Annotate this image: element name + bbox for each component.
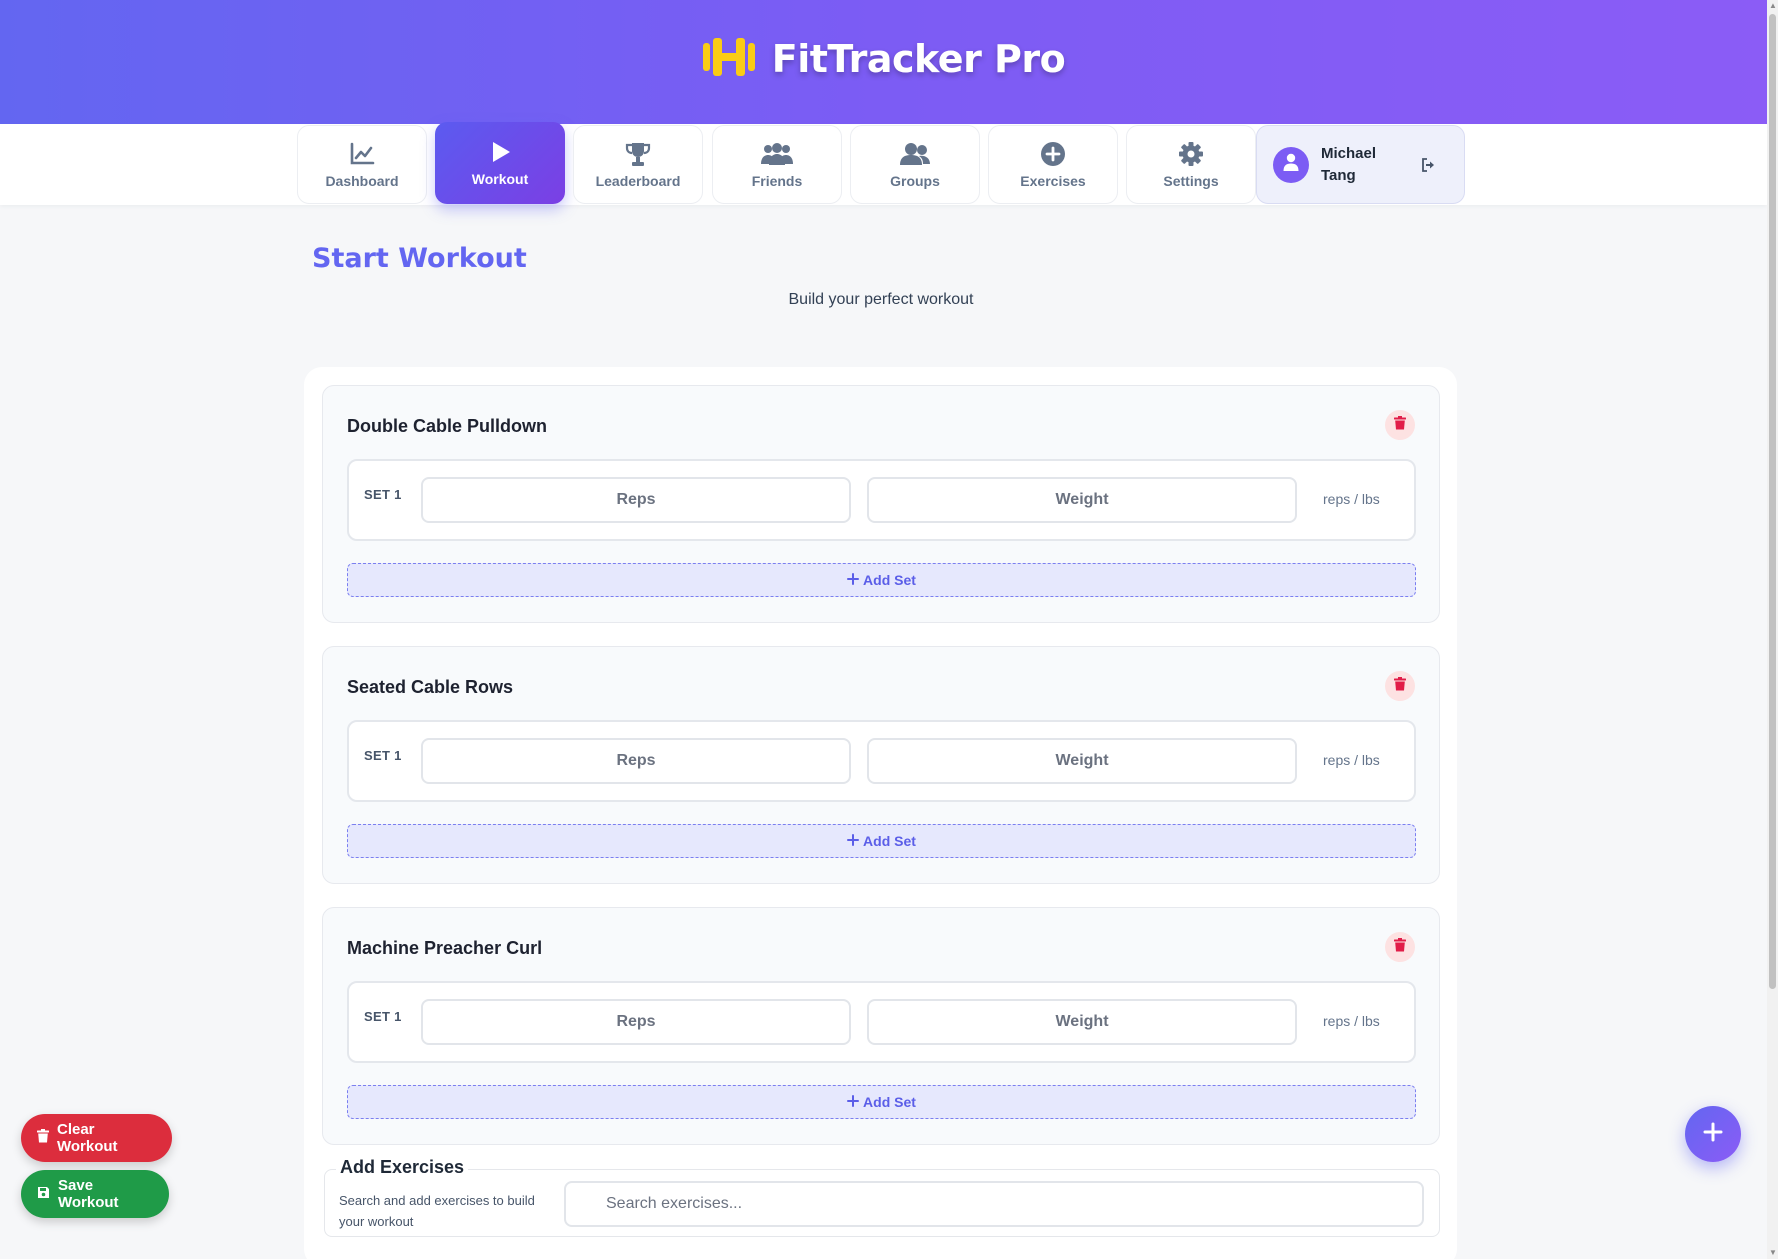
add-set-label: Add Set xyxy=(863,1094,916,1110)
set-unit: reps / lbs xyxy=(1323,1013,1380,1029)
trash-icon xyxy=(37,1129,49,1147)
nav-label: Friends xyxy=(751,172,803,189)
exercise-name: Seated Cable Rows xyxy=(347,677,514,697)
add-set-button[interactable]: Add Set xyxy=(347,1085,1416,1119)
clear-workout-label: Clear Workout xyxy=(57,1121,118,1155)
gear-icon xyxy=(1178,141,1204,167)
user-profile[interactable]: Michael Tang xyxy=(1256,125,1465,204)
add-exercises-panel: Search and add exercises to build your w… xyxy=(324,1169,1440,1237)
add-set-button[interactable]: Add Set xyxy=(347,824,1416,858)
scroll-up-icon[interactable]: ▲ xyxy=(1769,2,1777,10)
add-exercises-title: Add Exercises xyxy=(336,1157,469,1178)
exercise-name: Machine Preacher Curl xyxy=(347,938,543,958)
nav-workout[interactable]: Workout xyxy=(435,122,565,204)
set-label: SET 1 xyxy=(364,748,402,763)
main-nav: Dashboard Workout Leaderboard Friends Gr… xyxy=(0,122,1767,205)
exercise-card: Machine Preacher Curl SET 1 reps / lbs A… xyxy=(322,907,1440,1145)
nav-label: Leaderboard xyxy=(595,172,681,189)
scrollbar-thumb[interactable] xyxy=(1769,14,1776,989)
weight-input[interactable] xyxy=(867,477,1297,523)
plus-icon xyxy=(847,833,860,849)
nav-label: Exercises xyxy=(1020,172,1086,189)
reps-input[interactable] xyxy=(421,477,851,523)
search-exercises-input[interactable] xyxy=(564,1181,1424,1227)
nav-exercises[interactable]: Exercises xyxy=(988,125,1118,204)
save-icon xyxy=(37,1186,50,1203)
weight-input[interactable] xyxy=(867,738,1297,784)
set-unit: reps / lbs xyxy=(1323,752,1380,768)
add-set-button[interactable]: Add Set xyxy=(347,563,1416,597)
nav-label: Groups xyxy=(890,172,940,189)
add-exercise-fab[interactable] xyxy=(1685,1106,1741,1162)
nav-label: Dashboard xyxy=(325,172,399,189)
nav-dashboard[interactable]: Dashboard xyxy=(297,125,427,204)
reps-input[interactable] xyxy=(421,738,851,784)
set-label: SET 1 xyxy=(364,1009,402,1024)
set-row: SET 1 reps / lbs xyxy=(347,720,1416,802)
set-row: SET 1 reps / lbs xyxy=(347,459,1416,541)
nav-friends[interactable]: Friends xyxy=(712,125,842,204)
plus-icon xyxy=(1703,1122,1723,1147)
play-icon xyxy=(488,139,512,165)
plus-circle-icon xyxy=(1040,141,1066,167)
exercise-card: Double Cable Pulldown SET 1 reps / lbs A… xyxy=(322,385,1440,623)
user-group-icon xyxy=(899,141,931,167)
delete-exercise-button[interactable] xyxy=(1385,671,1415,701)
user-name: Michael Tang xyxy=(1321,144,1377,184)
nav-leaderboard[interactable]: Leaderboard xyxy=(573,125,703,204)
clear-workout-button[interactable]: Clear Workout xyxy=(21,1114,172,1162)
add-exercises-description: Search and add exercises to build your w… xyxy=(339,1193,535,1229)
exercise-name: Double Cable Pulldown xyxy=(347,416,548,436)
scroll-down-icon[interactable]: ▼ xyxy=(1769,1249,1777,1257)
user-avatar[interactable] xyxy=(1273,146,1309,183)
trash-icon xyxy=(1394,415,1406,435)
save-workout-label: Save Workout xyxy=(58,1177,119,1211)
delete-exercise-button[interactable] xyxy=(1385,410,1415,440)
page-subtitle: Build your perfect workout xyxy=(788,291,974,308)
set-unit: reps / lbs xyxy=(1323,491,1380,507)
sign-out-icon[interactable] xyxy=(1421,157,1435,172)
app-header: FitTracker Pro xyxy=(0,0,1767,124)
users-icon xyxy=(760,141,794,167)
add-set-label: Add Set xyxy=(863,572,916,588)
add-set-label: Add Set xyxy=(863,833,916,849)
set-label: SET 1 xyxy=(364,487,402,502)
set-row: SET 1 reps / lbs xyxy=(347,981,1416,1063)
plus-icon xyxy=(847,572,860,588)
user-icon xyxy=(1283,153,1299,176)
dumbbell-icon xyxy=(702,37,756,82)
trash-icon xyxy=(1394,676,1406,696)
trophy-icon xyxy=(624,141,652,167)
app-title: FitTracker Pro xyxy=(771,37,1066,81)
nav-settings[interactable]: Settings xyxy=(1126,125,1256,204)
nav-label: Settings xyxy=(1163,172,1219,189)
nav-label: Workout xyxy=(471,171,529,187)
save-workout-button[interactable]: Save Workout xyxy=(21,1170,169,1218)
page-title: Start Workout xyxy=(312,243,527,274)
nav-groups[interactable]: Groups xyxy=(850,125,980,204)
trash-icon xyxy=(1394,937,1406,957)
weight-input[interactable] xyxy=(867,999,1297,1045)
brand[interactable]: FitTracker Pro xyxy=(702,37,1066,82)
chart-line-icon xyxy=(349,141,375,167)
reps-input[interactable] xyxy=(421,999,851,1045)
plus-icon xyxy=(847,1094,860,1110)
delete-exercise-button[interactable] xyxy=(1385,932,1415,962)
exercise-card: Seated Cable Rows SET 1 reps / lbs Add S… xyxy=(322,646,1440,884)
